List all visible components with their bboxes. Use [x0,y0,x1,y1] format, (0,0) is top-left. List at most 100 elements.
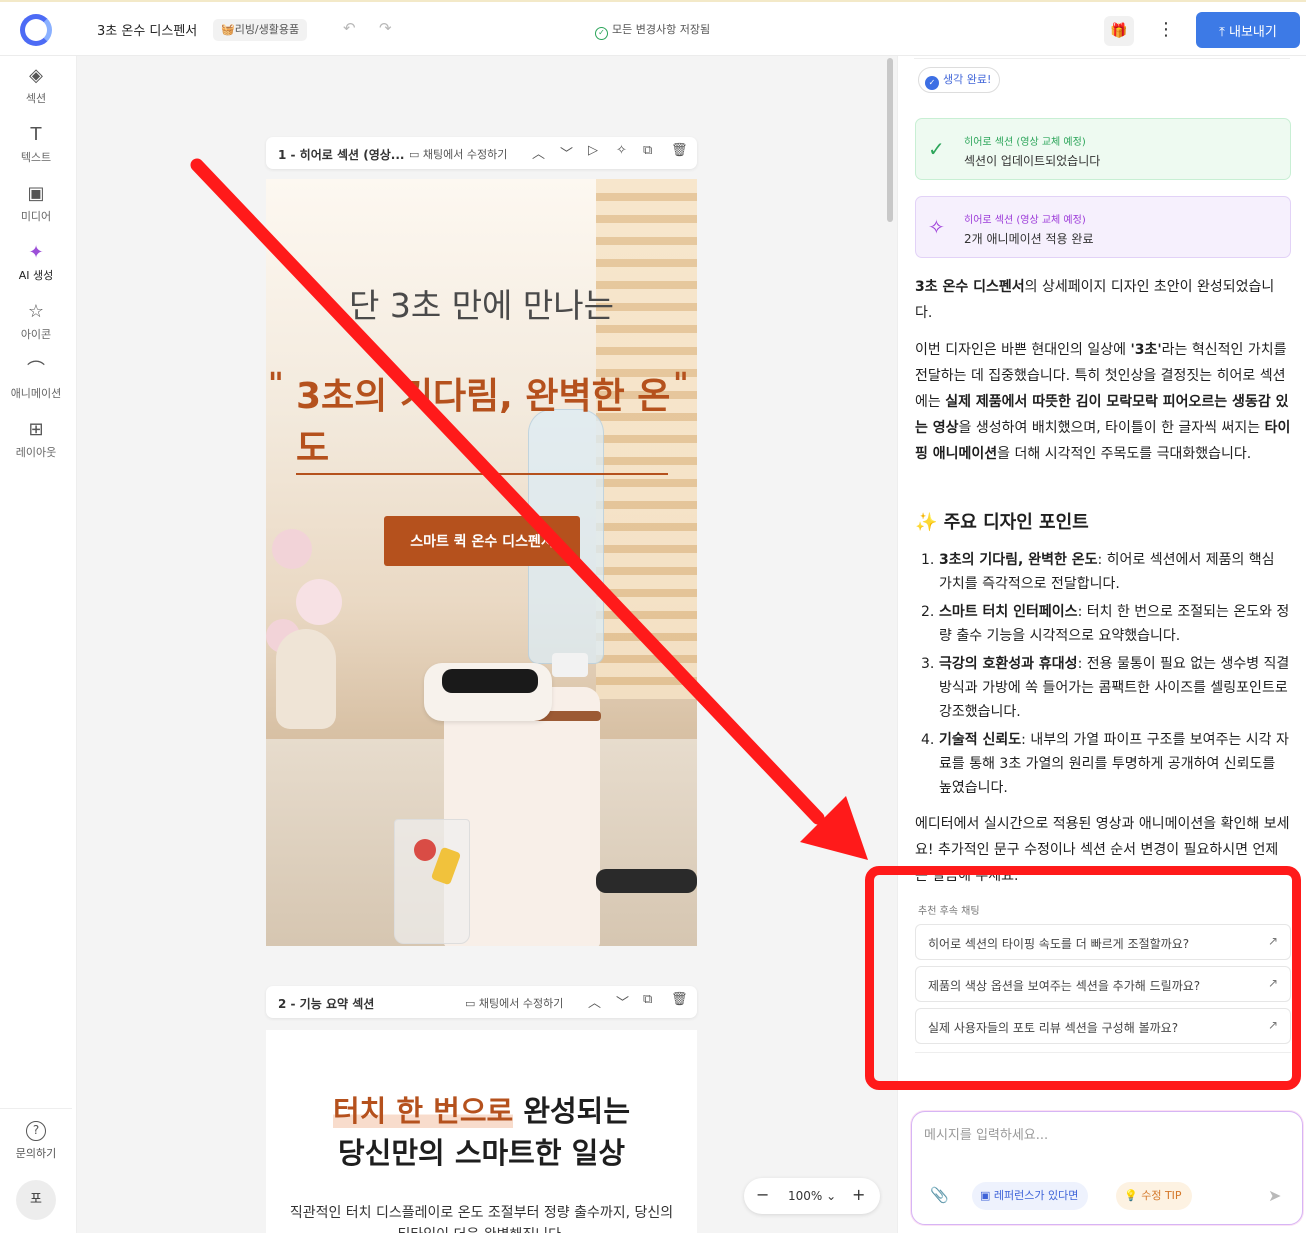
divider [914,58,1290,59]
hero-headline[interactable]: 3초의 기다림, 완벽한 온도 [296,371,676,475]
list-number: 3. [921,656,935,672]
quote-open: " [268,367,284,402]
feature-heading[interactable]: 터치 한 번으로 완성되는 당신만의 스마트한 일상 [266,1090,697,1174]
tool-icon[interactable]: ☆ 아이콘 [0,300,72,342]
zoom-value: 100% [788,1189,823,1203]
gift-icon[interactable]: 🎁 [1104,16,1134,46]
hero-subtitle[interactable]: 단 3초 만에 만나는 [266,279,697,327]
tool-label: AI 생성 [18,269,54,282]
suggestions-label: 추천 후속 채팅 [918,906,980,917]
design-points-title: ✨ 주요 디자인 포인트 [915,508,1089,534]
chat-input-box: 📎 ▣ 레퍼런스가 있다면 💡 수정 TIP ➤ [911,1111,1303,1225]
arrow-up-right-icon: ↗ [1268,1018,1279,1032]
thinking-label: 생각 완료! [943,73,992,86]
hero-section[interactable]: 단 3초 만에 만나는 " 3초의 기다림, 완벽한 온도 " 스마트 퀵 온수… [266,179,697,946]
tip-label: 수정 TIP [1141,1189,1182,1202]
chevron-down-icon[interactable]: ﹀ [560,143,573,162]
feature-paragraph[interactable]: 직관적인 터치 디스플레이로 온도 조절부터 정량 출수까지, 당신의 티타임이… [286,1202,677,1233]
lightbulb-icon: 💡 [1124,1189,1142,1202]
chat-message-intro: 3초 온수 디스펜서의 상세페이지 디자인 초안이 완성되었습니다. [915,274,1291,326]
list-item: 3. 극강의 호환성과 휴대성: 전용 물통이 필요 없는 생수병 직결 방식과 … [915,652,1291,724]
headline-underline [296,473,668,475]
thinking-status[interactable]: ✓ 생각 완료! [918,67,1001,93]
category-badge[interactable]: 🧺리빙/생활용품 [213,19,308,41]
duplicate-icon[interactable]: ⧉ [643,992,652,1007]
list-item: 2. 스마트 터치 인터페이스: 터치 한 번으로 조절되는 온도와 정량 출수 … [915,600,1291,648]
avatar[interactable]: 포 [16,1180,56,1220]
quote-close: " [673,367,689,402]
tool-label: 레이아웃 [15,446,57,459]
grid-icon: ⊞ [28,419,44,440]
duplicate-icon[interactable]: ⧉ [643,143,652,158]
curve-icon: ⌒ [27,360,45,381]
edit-tip-button[interactable]: 💡 수정 TIP [1116,1182,1192,1210]
chat-message-body: 이번 디자인은 바쁜 현대인의 일상에 '3초'라는 혁신적인 가치를 전달하는… [915,337,1291,467]
section-name: 1 - 히어로 섹션 (영상... [278,148,405,162]
upload-icon: ⤒ [1219,24,1230,40]
chat-message-outro: 에디터에서 실시간으로 적용된 영상과 애니메이션을 확인해 보세요! 추가적인… [915,816,1290,884]
trash-icon[interactable]: 🗑 [671,143,688,158]
feature-summary-section[interactable]: 터치 한 번으로 완성되는 당신만의 스마트한 일상 직관적인 터치 디스플레이로… [266,1030,697,1233]
divider [915,1052,1291,1053]
tool-label: 텍스트 [20,151,52,164]
body-text: 을 더해 시각적인 주목도를 극대화했습니다. [997,446,1252,462]
hero-cta-button[interactable]: 스마트 퀵 온수 디스펜서 [384,516,580,566]
top-bar: 3초 온수 디스펜서 🧺리빙/생활용품 ↶ ↷ ✓ 모든 변경사항 저장됨 🎁 ⋮… [0,0,1306,56]
editor-canvas[interactable]: 1 - 히어로 섹션 (영상... ▭ 채팅에서 수정하기 ︿ ﹀ ▷ ✧ ⧉ … [77,56,897,1233]
play-icon[interactable]: ▷ [588,143,598,158]
suggestion-chip[interactable]: 제품의 색상 옵션을 보여주는 섹션을 추가해 드릴까요? ↗ [915,966,1291,1002]
design-points-list: 1. 3초의 기다림, 완벽한 온도: 히어로 섹션에서 제품의 핵심 가치를 즉… [915,548,1291,804]
send-icon[interactable]: ➤ [1268,1186,1281,1205]
tool-section[interactable]: ◈ 섹션 [0,64,72,106]
card-title: 히어로 섹션 (영상 교체 예정) [964,215,1086,226]
tool-media[interactable]: ▣ 미디어 [0,182,72,224]
list-item: 4. 기술적 신뢰도: 내부의 가열 파이프 구조를 보여주는 시각 자료를 통해… [915,728,1291,800]
tool-animation[interactable]: ⌒ 애니메이션 [0,359,72,401]
message-input[interactable] [924,1124,1284,1164]
suggestion-text: 실제 사용자들의 포토 리뷰 섹션을 구성해 볼까요? [928,1021,1179,1035]
tool-label: 미디어 [20,210,52,223]
tool-label: 애니메이션 [10,387,62,400]
drinking-glass [394,819,470,944]
animation-off-icon[interactable]: ✧ [616,143,627,158]
section-name: 2 - 기능 요약 섹션 [278,997,375,1011]
chevron-up-icon[interactable]: ︿ [588,992,601,1011]
list-bold: 3초의 기다림, 완벽한 온도 [939,552,1098,568]
document-title[interactable]: 3초 온수 디스펜서 [97,20,197,39]
export-button[interactable]: ⤒ 내보내기 [1196,12,1300,48]
edit-in-chat-button[interactable]: ▭ 채팅에서 수정하기 [409,146,507,162]
arrow-up-right-icon: ↗ [1268,976,1279,990]
edit-in-chat-button[interactable]: ▭ 채팅에서 수정하기 [465,995,563,1011]
zoom-in-icon[interactable]: + [852,1185,865,1204]
reference-button[interactable]: ▣ 레퍼런스가 있다면 [972,1182,1089,1210]
list-number: 4. [921,732,935,748]
list-bold: 극강의 호환성과 휴대성 [939,656,1078,672]
chevron-down-icon[interactable]: ﹀ [616,992,629,1011]
bottle-cap [552,653,588,677]
tool-ai-generate[interactable]: ✦ AI 생성 [0,241,72,283]
chevron-up-icon[interactable]: ︿ [532,143,545,162]
star-icon: ☆ [27,301,45,322]
list-number: 1. [921,552,935,568]
app-logo[interactable] [20,14,52,46]
tool-layout[interactable]: ⊞ 레이아웃 [0,418,72,460]
undo-icon[interactable]: ↶ [343,19,356,37]
canvas-scrollbar[interactable] [887,58,893,222]
chat-bubble-icon: ▭ [465,997,479,1010]
help-button[interactable]: ? 문의하기 [0,1108,72,1161]
tool-label: 아이콘 [20,328,52,341]
suggestion-chip[interactable]: 실제 사용자들의 포토 리뷰 섹션을 구성해 볼까요? ↗ [915,1008,1291,1044]
suggestion-chip[interactable]: 히어로 섹션의 타이핑 속도를 더 빠르게 조절할까요? ↗ [915,924,1291,960]
body-bold: '3초' [1130,342,1162,358]
redo-icon[interactable]: ↷ [379,19,392,37]
trash-icon[interactable]: 🗑 [671,992,688,1007]
sparkle-icon: ✧ [928,215,945,239]
heading-highlight: 터치 한 번으로 [332,1094,514,1128]
list-bold: 스마트 터치 인터페이스 [939,604,1078,620]
card-message: 섹션이 업데이트되었습니다 [964,154,1101,168]
more-options-icon[interactable]: ⋮ [1156,16,1176,46]
tool-text[interactable]: T 텍스트 [0,123,72,165]
paperclip-icon[interactable]: 📎 [930,1186,949,1204]
zoom-level[interactable]: 100% ⌄ [788,1189,836,1203]
zoom-out-icon[interactable]: − [756,1185,769,1204]
